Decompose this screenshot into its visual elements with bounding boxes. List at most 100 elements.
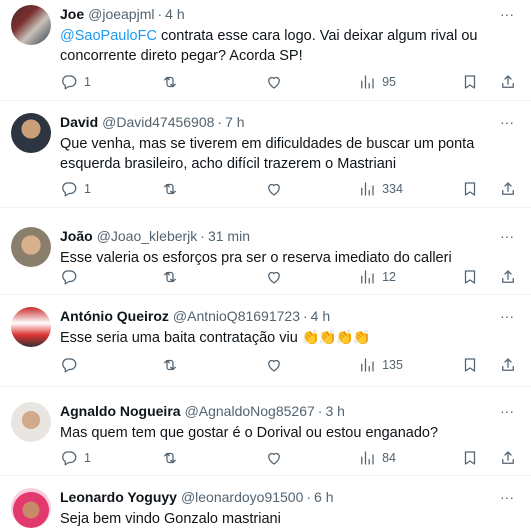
author-name[interactable]: Joe xyxy=(60,6,84,22)
avatar[interactable] xyxy=(11,402,51,442)
views-icon xyxy=(361,75,374,89)
share-icon xyxy=(502,270,515,283)
share-button[interactable] xyxy=(499,73,519,91)
more-icon[interactable]: ··· xyxy=(497,488,517,506)
author-name[interactable]: António Queiroz xyxy=(60,308,169,324)
heart-icon xyxy=(267,452,280,465)
avatar[interactable] xyxy=(11,307,51,347)
views-count: 84 xyxy=(382,451,396,465)
author-handle[interactable]: @joeapjml xyxy=(88,6,154,22)
action-bar: 1 84 xyxy=(60,448,519,468)
reply-button[interactable]: 1 xyxy=(60,73,161,91)
more-icon[interactable]: ··· xyxy=(497,5,517,23)
bookmark-icon xyxy=(465,270,476,284)
views-button[interactable]: 84 xyxy=(358,449,461,467)
tweet[interactable]: António Queiroz @AntnioQ81691723 · 4 h ·… xyxy=(0,295,531,387)
like-button[interactable] xyxy=(265,73,358,91)
retweet-button[interactable] xyxy=(161,268,264,286)
share-button[interactable] xyxy=(499,356,519,374)
bookmark-button[interactable] xyxy=(461,449,499,467)
retweet-button[interactable] xyxy=(161,356,264,374)
bookmark-button[interactable] xyxy=(461,356,499,374)
avatar[interactable] xyxy=(11,5,51,45)
share-button[interactable] xyxy=(499,268,519,286)
timestamp[interactable]: 3 h xyxy=(325,403,344,419)
like-button[interactable] xyxy=(265,268,358,286)
tweet[interactable]: Joe @joeapjml · 4 h ··· @SaoPauloFC cont… xyxy=(0,0,531,101)
reply-icon xyxy=(62,182,77,197)
timestamp[interactable]: 4 h xyxy=(165,6,184,22)
reply-button[interactable]: 1 xyxy=(60,449,161,467)
tweet-content: Leonardo Yoguyy @leonardoyo91500 · 6 h ·… xyxy=(60,488,517,529)
like-button[interactable] xyxy=(265,449,358,467)
reply-button[interactable] xyxy=(60,356,161,374)
like-button[interactable] xyxy=(265,356,358,374)
avatar[interactable] xyxy=(11,113,51,153)
reply-count: 1 xyxy=(84,451,91,465)
retweet-button[interactable] xyxy=(161,73,264,91)
more-icon[interactable]: ··· xyxy=(497,307,517,325)
bookmark-button[interactable] xyxy=(461,180,499,198)
tweet[interactable]: Leonardo Yoguyy @leonardoyo91500 · 6 h ·… xyxy=(0,476,531,530)
reply-icon xyxy=(62,358,77,373)
like-button[interactable] xyxy=(265,180,358,198)
action-bar: 135 xyxy=(60,355,519,375)
views-icon xyxy=(361,358,374,372)
author-name[interactable]: Agnaldo Nogueira xyxy=(60,403,181,419)
mention-link[interactable]: @SaoPauloFC xyxy=(60,28,157,44)
bookmark-icon xyxy=(465,182,476,196)
tweet-text: Que venha, mas se tiverem em dificuldade… xyxy=(60,136,475,172)
views-icon xyxy=(361,451,374,465)
tweet-text: Esse valeria os esforços pra ser o reser… xyxy=(60,250,452,266)
author-handle[interactable]: @Joao_kleberjk xyxy=(97,228,198,244)
tweet[interactable]: João @Joao_kleberjk · 31 min ··· Esse va… xyxy=(0,208,531,295)
tweet[interactable]: David @David47456908 · 7 h ··· Que venha… xyxy=(0,101,531,208)
author-name[interactable]: Leonardo Yoguyy xyxy=(60,489,177,505)
retweet-button[interactable] xyxy=(161,180,264,198)
author-handle[interactable]: @David47456908 xyxy=(102,114,214,130)
tweet-header: Agnaldo Nogueira @AgnaldoNog85267 · 3 h … xyxy=(60,402,517,420)
action-bar: 12 xyxy=(60,267,519,287)
views-button[interactable]: 12 xyxy=(358,268,461,286)
share-button[interactable] xyxy=(499,449,519,467)
retweet-icon xyxy=(164,452,177,464)
reply-icon xyxy=(62,270,77,285)
heart-icon xyxy=(267,183,280,196)
views-count: 12 xyxy=(382,270,396,284)
bookmark-icon xyxy=(465,75,476,89)
separator-dot: · xyxy=(317,403,323,419)
more-icon[interactable]: ··· xyxy=(497,402,517,420)
avatar[interactable] xyxy=(11,488,51,528)
tweet[interactable]: Agnaldo Nogueira @AgnaldoNog85267 · 3 h … xyxy=(0,387,531,476)
reply-count: 1 xyxy=(84,75,91,89)
tweet-text: Seja bem vindo Gonzalo mastriani xyxy=(60,511,281,527)
author-name[interactable]: João xyxy=(60,228,93,244)
share-button[interactable] xyxy=(499,180,519,198)
author-name[interactable]: David xyxy=(60,114,98,130)
more-icon[interactable]: ··· xyxy=(497,113,517,131)
reply-button[interactable]: 1 xyxy=(60,180,161,198)
separator-dot: · xyxy=(302,308,308,324)
tweet-content: João @Joao_kleberjk · 31 min ··· Esse va… xyxy=(60,227,517,268)
bookmark-button[interactable] xyxy=(461,73,499,91)
timestamp[interactable]: 7 h xyxy=(225,114,244,130)
author-handle[interactable]: @AntnioQ81691723 xyxy=(173,308,300,324)
views-count: 135 xyxy=(382,358,403,372)
tweet-text: Mas quem tem que gostar é o Dorival ou e… xyxy=(60,425,439,441)
reply-count: 1 xyxy=(84,182,91,196)
reply-button[interactable] xyxy=(60,268,161,286)
avatar[interactable] xyxy=(11,227,51,267)
reply-feed: Joe @joeapjml · 4 h ··· @SaoPauloFC cont… xyxy=(0,0,531,530)
timestamp[interactable]: 4 h xyxy=(311,308,330,324)
retweet-button[interactable] xyxy=(161,449,264,467)
author-handle[interactable]: @AgnaldoNog85267 xyxy=(185,403,315,419)
views-button[interactable]: 135 xyxy=(358,356,461,374)
views-count: 95 xyxy=(382,75,396,89)
views-button[interactable]: 334 xyxy=(358,180,461,198)
author-handle[interactable]: @leonardoyo91500 xyxy=(181,489,303,505)
timestamp[interactable]: 6 h xyxy=(314,489,333,505)
more-icon[interactable]: ··· xyxy=(497,227,517,245)
views-button[interactable]: 95 xyxy=(358,73,461,91)
bookmark-button[interactable] xyxy=(461,268,499,286)
timestamp[interactable]: 31 min xyxy=(208,228,250,244)
